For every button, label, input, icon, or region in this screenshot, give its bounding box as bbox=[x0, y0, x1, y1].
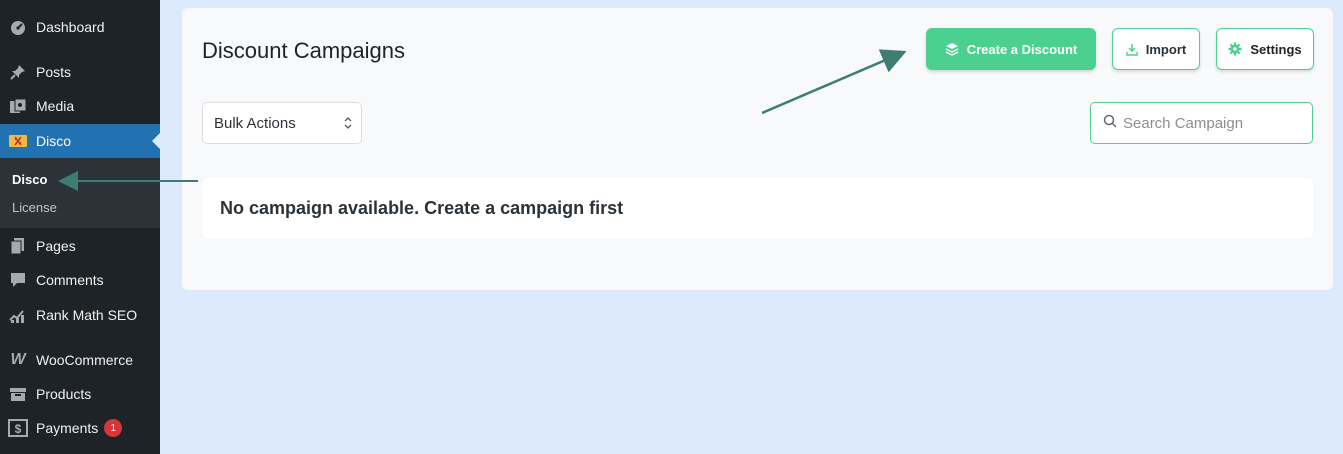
create-discount-label: Create a Discount bbox=[966, 41, 1078, 57]
sidebar-item-rank-math-seo[interactable]: Rank Math SEO bbox=[0, 298, 160, 332]
sidebar-item-label: Media bbox=[36, 98, 75, 114]
disco-icon bbox=[8, 131, 28, 151]
create-discount-button[interactable]: Create a Discount bbox=[926, 28, 1096, 70]
sidebar-item-label: Posts bbox=[36, 64, 72, 80]
pin-icon bbox=[8, 62, 28, 82]
disco-submenu: Disco License bbox=[0, 158, 160, 228]
search-campaign-field[interactable] bbox=[1090, 102, 1313, 144]
sidebar-item-posts[interactable]: Posts bbox=[0, 55, 160, 89]
sidebar-item-disco[interactable]: Disco bbox=[0, 124, 160, 158]
svg-text:$: $ bbox=[15, 422, 22, 436]
payments-icon: $ bbox=[8, 418, 28, 438]
submenu-item-license[interactable]: License bbox=[12, 200, 57, 215]
admin-sidebar: Dashboard Posts Media Disco Disco Licens… bbox=[0, 0, 160, 454]
sidebar-item-label: WooCommerce bbox=[36, 352, 133, 368]
submenu-item-disco[interactable]: Disco bbox=[12, 172, 47, 187]
sidebar-item-label: Products bbox=[36, 386, 92, 402]
sidebar-item-products[interactable]: Products bbox=[0, 377, 160, 411]
sidebar-item-dashboard[interactable]: Dashboard bbox=[0, 10, 160, 44]
select-arrows-icon bbox=[343, 115, 353, 135]
notification-badge: 1 bbox=[104, 419, 123, 437]
download-icon bbox=[1126, 43, 1138, 56]
sidebar-item-label: Dashboard bbox=[36, 19, 105, 35]
sidebar-item-pages[interactable]: Pages bbox=[0, 229, 160, 263]
woocommerce-icon: W bbox=[10, 351, 26, 368]
sidebar-item-woocommerce[interactable]: W WooCommerce bbox=[0, 343, 160, 377]
settings-button[interactable]: Settings bbox=[1216, 28, 1314, 70]
import-label: Import bbox=[1145, 41, 1187, 57]
sidebar-item-media[interactable]: Media bbox=[0, 89, 160, 123]
sidebar-item-label: Payments bbox=[36, 420, 99, 436]
bulk-actions-select[interactable]: Bulk Actions bbox=[202, 102, 362, 144]
bulk-actions-value: Bulk Actions bbox=[214, 114, 296, 132]
rank-math-icon bbox=[8, 305, 28, 325]
sidebar-item-comments[interactable]: Comments bbox=[0, 263, 160, 297]
search-campaign-input[interactable] bbox=[1123, 114, 1303, 132]
sidebar-item-label: Disco bbox=[36, 133, 72, 149]
settings-label: Settings bbox=[1250, 41, 1302, 57]
page-title: Discount Campaigns bbox=[202, 38, 405, 63]
empty-state-message: No campaign available. Create a campaign… bbox=[202, 178, 1313, 238]
sidebar-item-label: Rank Math SEO bbox=[36, 307, 138, 323]
comment-icon bbox=[8, 270, 28, 290]
sidebar-item-label: Pages bbox=[36, 238, 76, 254]
sidebar-item-payments[interactable]: $ Payments 1 bbox=[0, 411, 160, 445]
search-icon bbox=[1103, 114, 1117, 133]
dashboard-icon bbox=[8, 17, 28, 37]
layers-icon bbox=[945, 42, 959, 56]
sidebar-item-label: Comments bbox=[36, 272, 104, 288]
gear-icon bbox=[1228, 42, 1242, 56]
pages-icon bbox=[8, 236, 28, 256]
products-icon bbox=[8, 384, 28, 404]
media-icon bbox=[8, 96, 28, 116]
campaigns-panel: Discount Campaigns Create a Discount Imp… bbox=[182, 8, 1333, 290]
import-button[interactable]: Import bbox=[1112, 28, 1200, 70]
